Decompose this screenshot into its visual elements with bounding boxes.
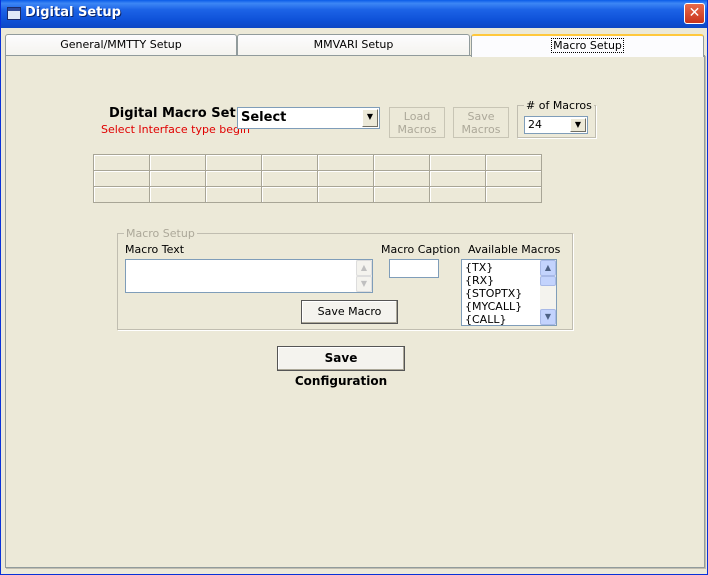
macro-slot[interactable]	[261, 186, 318, 203]
macro-slot[interactable]	[93, 170, 150, 187]
scroll-up-icon[interactable]: ▲	[356, 260, 372, 276]
macro-caption-label: Macro Caption	[381, 243, 461, 256]
save-macros-label-2: Macros	[461, 123, 501, 136]
save-macros-button[interactable]: Save Macros	[453, 107, 509, 138]
macro-setup-group-title: Macro Setup	[124, 227, 197, 240]
grid-row	[93, 170, 542, 187]
grid-row	[93, 186, 542, 203]
digital-macro-set-label: Digital Macro Set	[109, 106, 236, 121]
list-item[interactable]: {TX}	[465, 261, 493, 274]
digital-setup-window: Digital Setup ✕ General/MMTTY Setup MMVA…	[0, 0, 708, 575]
macro-slot[interactable]	[149, 154, 206, 171]
available-macros-label: Available Macros	[468, 243, 561, 256]
list-item[interactable]: {STOPTX}	[465, 287, 522, 300]
macro-button-grid	[93, 154, 542, 203]
macro-text-label: Macro Text	[125, 243, 185, 256]
window-title: Digital Setup	[25, 5, 121, 20]
load-macros-button[interactable]: Load Macros	[389, 107, 445, 138]
scroll-thumb[interactable]	[540, 276, 556, 286]
macro-slot[interactable]	[429, 186, 486, 203]
macro-slot[interactable]	[317, 170, 374, 187]
save-macro-label: Save Macro	[317, 305, 382, 318]
macro-text-scrollbar[interactable]: ▲ ▼	[356, 260, 372, 292]
chevron-down-icon[interactable]: ▼	[362, 109, 378, 127]
macro-slot[interactable]	[429, 170, 486, 187]
macro-slot[interactable]	[373, 154, 430, 171]
save-macros-label-1: Save	[467, 110, 495, 123]
grid-row	[93, 154, 542, 171]
scroll-down-icon[interactable]: ▼	[540, 309, 556, 325]
macro-slot[interactable]	[373, 170, 430, 187]
macro-slot[interactable]	[429, 154, 486, 171]
close-icon: ✕	[688, 5, 701, 21]
macro-slot[interactable]	[261, 170, 318, 187]
macro-slot[interactable]	[485, 154, 542, 171]
macro-slot[interactable]	[149, 186, 206, 203]
list-item[interactable]: {CALL}	[465, 313, 506, 325]
tab-mmvari[interactable]: MMVARI Setup	[237, 34, 470, 56]
macro-slot[interactable]	[261, 154, 318, 171]
scroll-down-icon[interactable]: ▼	[356, 276, 372, 292]
tab-label: Macro Setup	[551, 38, 624, 53]
list-item[interactable]: {RX}	[465, 274, 494, 287]
close-button[interactable]: ✕	[684, 3, 705, 24]
save-configuration-button[interactable]: Save Configuration	[277, 346, 405, 388]
macro-slot[interactable]	[149, 170, 206, 187]
tab-label: General/MMTTY Setup	[60, 38, 182, 51]
num-macros-group: # of Macros 24 ▼	[517, 99, 596, 138]
tab-label: MMVARI Setup	[313, 38, 394, 51]
available-macros-scrollbar[interactable]: ▲ ▼	[540, 260, 556, 325]
macro-slot[interactable]	[205, 170, 262, 187]
macro-slot[interactable]	[93, 154, 150, 171]
macro-slot[interactable]	[317, 186, 374, 203]
save-macro-button[interactable]: Save Macro	[301, 300, 398, 324]
save-configuration-label: Save Configuration	[294, 351, 388, 388]
tab-general-mmtty[interactable]: General/MMTTY Setup	[5, 34, 237, 56]
scroll-up-icon[interactable]: ▲	[540, 260, 556, 276]
macro-setup-group: Macro Setup Macro Text ▲ ▼ Macro Caption…	[117, 227, 573, 330]
macro-slot[interactable]	[485, 170, 542, 187]
macro-caption-field[interactable]	[389, 259, 439, 278]
macro-slot[interactable]	[373, 186, 430, 203]
macro-slot[interactable]	[317, 154, 374, 171]
macro-slot[interactable]	[205, 154, 262, 171]
num-macros-group-title: # of Macros	[524, 99, 594, 112]
num-macros-combo[interactable]: 24 ▼	[524, 116, 588, 134]
list-item[interactable]: {MYCALL}	[465, 300, 522, 313]
available-macros-list[interactable]: {TX} {RX} {STOPTX} {MYCALL} {CALL} ▲ ▼	[461, 259, 557, 326]
chevron-down-icon[interactable]: ▼	[570, 118, 586, 132]
macro-set-value: Select	[241, 110, 287, 125]
window-icon	[7, 7, 21, 20]
macro-slot[interactable]	[93, 186, 150, 203]
num-macros-value: 24	[528, 118, 542, 131]
load-macros-label-1: Load	[403, 110, 431, 123]
macro-slot[interactable]	[205, 186, 262, 203]
title-bar[interactable]: Digital Setup ✕	[1, 0, 707, 28]
macro-slot[interactable]	[485, 186, 542, 203]
interface-hint: Select Interface type begin	[101, 123, 251, 136]
tab-macro-setup[interactable]: Macro Setup	[471, 34, 704, 57]
macro-set-combo[interactable]: Select ▼	[237, 107, 380, 129]
tab-panel-macro-setup: Digital Macro Set Select Interface type …	[5, 55, 705, 568]
load-macros-label-2: Macros	[397, 123, 437, 136]
macro-text-field[interactable]: ▲ ▼	[125, 259, 373, 293]
